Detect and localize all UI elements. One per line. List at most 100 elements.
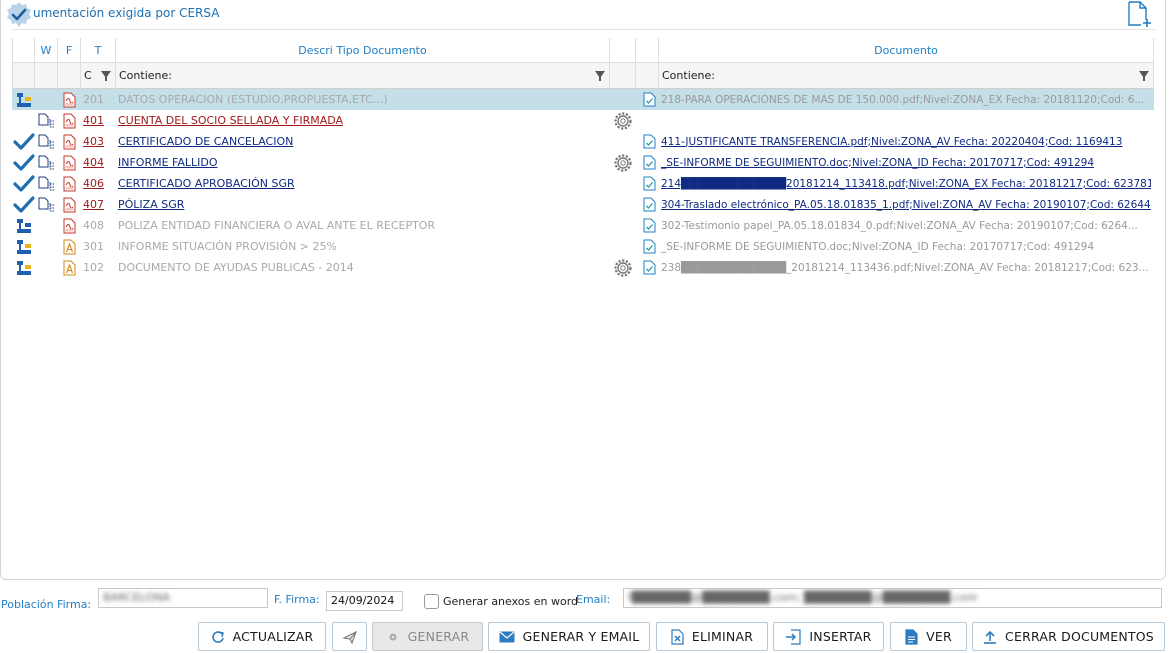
pdf-icon[interactable] <box>58 152 81 173</box>
table-row[interactable]: 406 CERTIFICADO APROBACIÓN SGR 214████████… <box>12 173 1154 194</box>
doc-tree-icon[interactable] <box>35 194 58 215</box>
file-check-icon[interactable] <box>640 257 658 278</box>
doc-code[interactable]: 407 <box>83 194 116 215</box>
doc-description[interactable]: CUENTA DEL SOCIO SELLADA Y FIRMADA <box>118 110 608 131</box>
flow-icon-blue[interactable] <box>12 215 35 236</box>
filter-funnel-icon[interactable] <box>101 71 111 81</box>
table-row[interactable]: 403 CERTIFICADO DE CANCELACION 411-JUSTIFI… <box>12 131 1154 152</box>
check-icon[interactable] <box>12 173 35 194</box>
doc-code[interactable]: 403 <box>83 131 116 152</box>
actualizar-label: ACTUALIZAR <box>232 629 314 644</box>
doc-description: DATOS OPERACION (ESTUDIO,PROPUESTA,ETC..… <box>118 93 388 106</box>
document-link: _SE-INFORME DE SEGUIMIENTO.doc;Nivel:ZON… <box>661 240 1095 253</box>
a-icon[interactable] <box>58 236 81 257</box>
file-check-icon[interactable] <box>640 152 658 173</box>
table-row[interactable]: 201 DATOS OPERACION (ESTUDIO,PROPUESTA,ET… <box>12 89 1154 110</box>
gear-icon[interactable] <box>610 257 636 278</box>
doc-description[interactable]: INFORME FALLIDO <box>118 152 608 173</box>
doc-description: DOCUMENTO DE AYUDAS PUBLICAS - 2014 <box>118 261 354 274</box>
insertar-button[interactable]: INSERTAR <box>773 622 884 651</box>
gear-cell <box>610 89 636 110</box>
doc-tree-icon[interactable] <box>35 152 58 173</box>
flow-icon-blue-yellow[interactable] <box>12 236 35 257</box>
file-check-icon[interactable] <box>640 89 658 110</box>
paper-plane-icon <box>341 630 357 644</box>
doc-code: 301 <box>83 240 104 253</box>
doc-tree-icon[interactable] <box>35 131 58 152</box>
document-link[interactable]: 411-JUSTIFICANTE TRANSFERENCIA.pdf;Nivel… <box>661 131 1151 152</box>
cerrar-documentos-label: CERRAR DOCUMENTOS <box>1005 629 1154 644</box>
gear-icon[interactable] <box>610 152 636 173</box>
document-link[interactable]: 214█████████████20181214_113418.pdf;Nive… <box>661 173 1151 194</box>
file-check-icon[interactable] <box>640 173 658 194</box>
table-row[interactable]: 301 INFORME SITUACIÓN PROVISIÓN > 25% _SE-… <box>12 236 1154 257</box>
actualizar-button[interactable]: ACTUALIZAR <box>198 622 326 651</box>
document-link: 302-Testimonio papel_PA.05.18.01834_0.pd… <box>661 219 1138 232</box>
check-icon[interactable] <box>12 194 35 215</box>
generar-button[interactable]: GENERAR <box>372 622 483 651</box>
table-row[interactable]: 404 INFORME FALLIDO _SE-INFORME DE SEGUIMI… <box>12 152 1154 173</box>
flow-icon-blue-yellow[interactable] <box>12 257 35 278</box>
filter-documento[interactable]: Contiene: <box>659 63 1154 89</box>
gear-icon[interactable] <box>610 110 636 131</box>
doc-tree-icon[interactable] <box>35 173 58 194</box>
table-row[interactable]: 102 DOCUMENTO DE AYUDAS PUBLICAS - 2014 23… <box>12 257 1154 278</box>
col-header-t[interactable]: T <box>81 38 116 63</box>
upload-arrow-icon <box>984 630 997 644</box>
col-header-documento[interactable]: Documento <box>659 38 1154 63</box>
filter-descri[interactable]: Contiene: <box>116 63 610 89</box>
table-row[interactable]: 401 CUENTA DEL SOCIO SELLADA Y FIRMADA <box>12 110 1154 131</box>
filter-funnel-icon[interactable] <box>1139 71 1149 81</box>
col-header-w[interactable]: W <box>35 38 58 63</box>
doc-tree-icon[interactable] <box>35 110 58 131</box>
filter-code[interactable]: C <box>81 63 116 89</box>
pdf-icon[interactable] <box>58 131 81 152</box>
documentation-panel: umentación exigida por CERSA W F T Descr… <box>0 0 1166 580</box>
gear-cell <box>610 131 636 152</box>
cerrar-documentos-button[interactable]: CERRAR DOCUMENTOS <box>972 622 1165 651</box>
pdf-icon[interactable] <box>58 215 81 236</box>
ver-button[interactable]: VER <box>890 622 967 651</box>
doc-code: 201 <box>83 93 104 106</box>
table-row[interactable]: 408 POLIZA ENTIDAD FINANCIERA O AVAL ANTE… <box>12 215 1154 236</box>
badge-check-icon <box>5 1 33 29</box>
pdf-icon[interactable] <box>58 194 81 215</box>
col-header-file <box>636 38 659 63</box>
document-link[interactable]: _SE-INFORME DE SEGUIMIENTO.doc;Nivel:ZON… <box>661 152 1151 173</box>
insert-icon <box>786 628 802 645</box>
doc-code[interactable]: 404 <box>83 152 116 173</box>
filter-documento-label: Contiene: <box>662 69 715 82</box>
generar-email-button[interactable]: GENERAR Y EMAIL <box>488 622 650 651</box>
col-header-descri[interactable]: Descri Tipo Documento <box>116 38 610 63</box>
pdf-icon[interactable] <box>58 173 81 194</box>
email-input[interactable]: f███████@████████.com; ████████@████████… <box>623 588 1162 608</box>
check-icon[interactable] <box>12 152 35 173</box>
doc-code[interactable]: 401 <box>83 110 116 131</box>
doc-code[interactable]: 406 <box>83 173 116 194</box>
a-icon[interactable] <box>58 257 81 278</box>
poblacion-input[interactable]: BARCELONA <box>98 588 268 608</box>
eliminar-button[interactable]: ELIMINAR <box>656 622 768 651</box>
table-row[interactable]: 407 PÓLIZA SGR 304-Traslado electrónico_PA… <box>12 194 1154 215</box>
file-check-icon[interactable] <box>640 194 658 215</box>
doc-description[interactable]: PÓLIZA SGR <box>118 194 608 215</box>
send-button[interactable] <box>332 622 367 651</box>
pdf-icon[interactable] <box>58 110 81 131</box>
filter-funnel-icon[interactable] <box>595 71 605 81</box>
file-check-icon[interactable] <box>640 131 658 152</box>
ffirma-input[interactable]: 24/09/2024 <box>326 591 403 611</box>
pdf-icon[interactable] <box>58 89 81 110</box>
generar-anexos-checkbox[interactable] <box>424 594 439 609</box>
col-header-f[interactable]: F <box>58 38 81 63</box>
document-link[interactable]: 304-Traslado electrónico_PA.05.18.01835_… <box>661 194 1151 215</box>
file-check-icon[interactable] <box>640 236 658 257</box>
file-check-icon[interactable] <box>640 215 658 236</box>
filter-file <box>636 63 659 89</box>
title-divider <box>13 29 1155 30</box>
check-icon[interactable] <box>12 131 35 152</box>
flow-icon-blue-yellow[interactable] <box>12 89 35 110</box>
doc-description[interactable]: CERTIFICADO APROBACIÓN SGR <box>118 173 608 194</box>
document-link: 218-PARA OPERACIONES DE MAS DE 150.000.p… <box>661 93 1145 106</box>
doc-description[interactable]: CERTIFICADO DE CANCELACION <box>118 131 608 152</box>
add-document-icon[interactable] <box>1125 0 1155 28</box>
